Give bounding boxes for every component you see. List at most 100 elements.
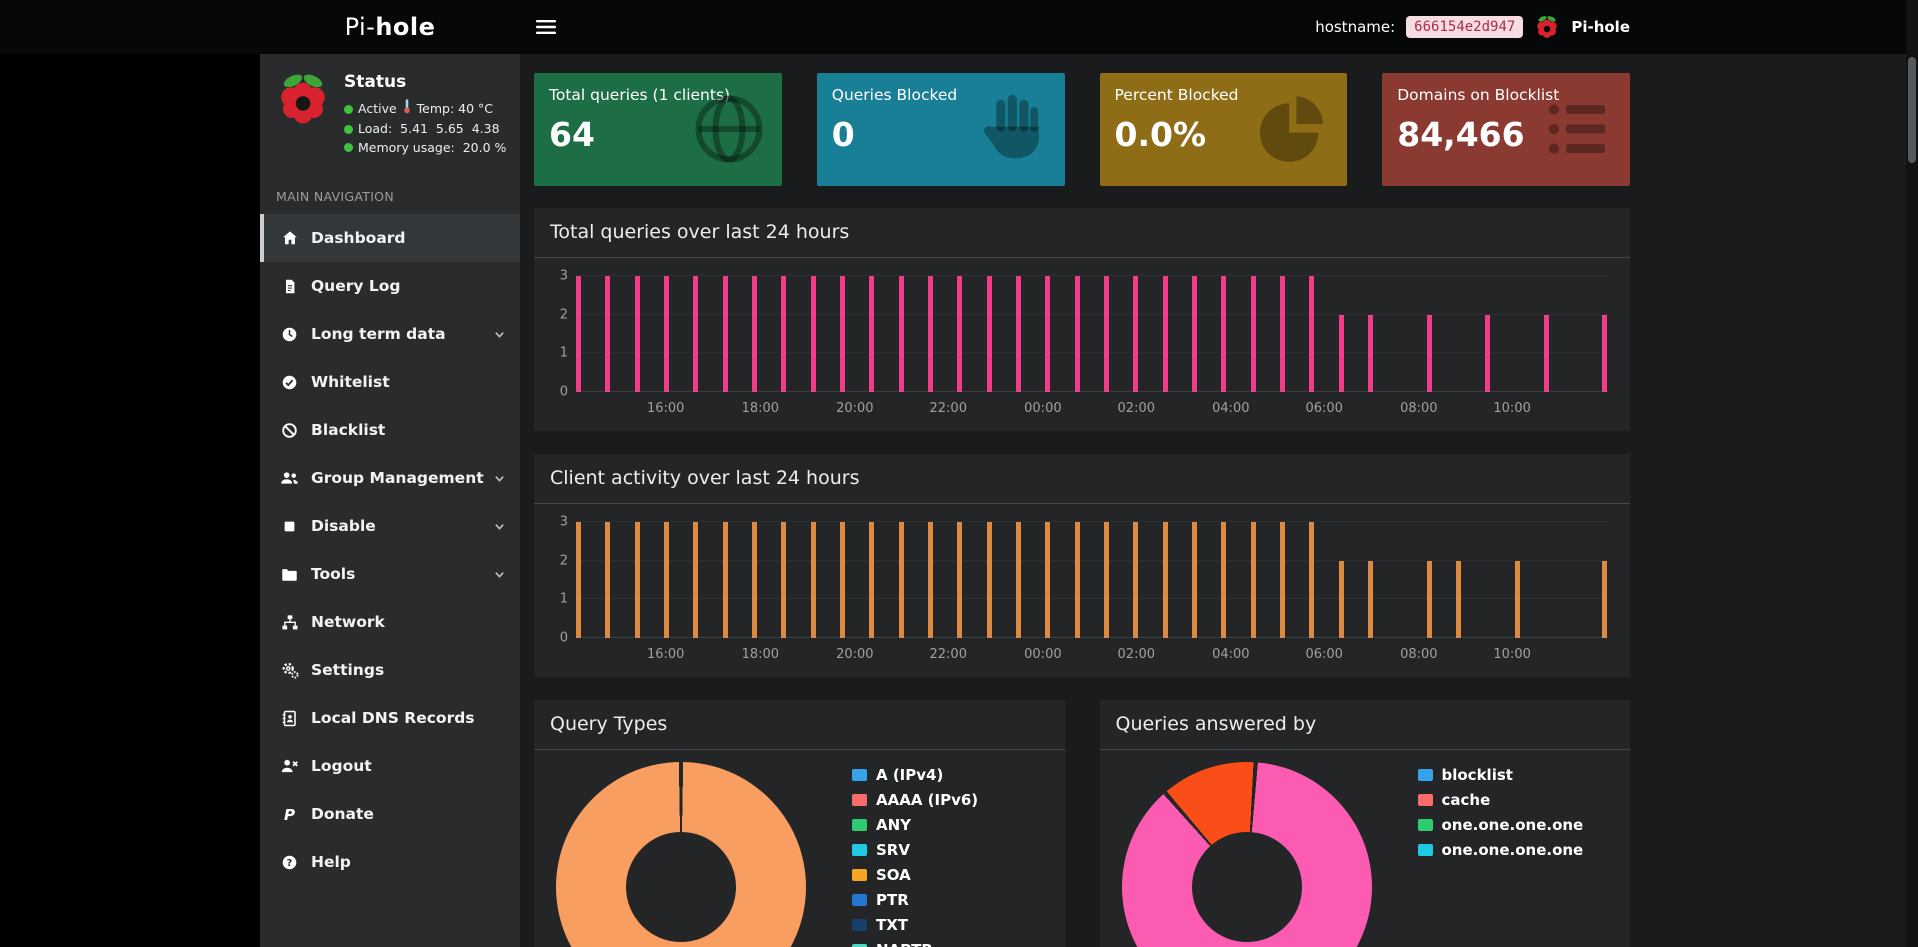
sidebar-item-help[interactable]: ?Help	[260, 838, 520, 886]
bar[interactable]	[664, 276, 669, 392]
bar[interactable]	[752, 522, 757, 638]
bar[interactable]	[576, 522, 581, 638]
bar[interactable]	[664, 522, 669, 638]
bar[interactable]	[928, 276, 933, 392]
legend-item-one-one-one-one[interactable]: one.one.one.one	[1418, 841, 1584, 859]
bar[interactable]	[576, 276, 581, 392]
bar[interactable]	[1280, 276, 1285, 392]
bar[interactable]	[957, 522, 962, 638]
legend-item-any[interactable]: ANY	[852, 816, 978, 834]
legend-item-a-ipv4[interactable]: A (IPv4)	[852, 766, 978, 784]
legend-item-soa[interactable]: SOA	[852, 866, 978, 884]
sidebar-item-donate[interactable]: PDonate	[260, 790, 520, 838]
scrollbar-track[interactable]	[1906, 0, 1918, 947]
bar[interactable]	[840, 276, 845, 392]
bar[interactable]	[1251, 276, 1256, 392]
bar[interactable]	[1368, 315, 1373, 392]
bar[interactable]	[928, 522, 933, 638]
bar[interactable]	[1339, 561, 1344, 638]
bar[interactable]	[781, 276, 786, 392]
bar[interactable]	[811, 276, 816, 392]
bar[interactable]	[869, 522, 874, 638]
bar[interactable]	[1544, 315, 1549, 392]
sidebar-item-tools[interactable]: Tools	[260, 550, 520, 598]
bar[interactable]	[1251, 522, 1256, 638]
bar[interactable]	[1075, 276, 1080, 392]
sidebar-item-blacklist[interactable]: Blacklist	[260, 406, 520, 454]
bar[interactable]	[1280, 522, 1285, 638]
bar[interactable]	[1427, 561, 1432, 638]
bar[interactable]	[752, 276, 757, 392]
bar[interactable]	[693, 522, 698, 638]
bar[interactable]	[1427, 315, 1432, 392]
total-queries-chart[interactable]: 012316:0018:0020:0022:0000:0002:0004:000…	[550, 272, 1608, 422]
bar[interactable]	[1045, 522, 1050, 638]
bar[interactable]	[1221, 522, 1226, 638]
bar[interactable]	[1602, 315, 1607, 392]
bar[interactable]	[869, 276, 874, 392]
bar[interactable]	[781, 522, 786, 638]
bar[interactable]	[957, 276, 962, 392]
bar[interactable]	[1192, 276, 1197, 392]
legend-item-ptr[interactable]: PTR	[852, 891, 978, 909]
bar[interactable]	[635, 522, 640, 638]
sidebar-item-local-dns-records[interactable]: Local DNS Records	[260, 694, 520, 742]
y-tick-label: 3	[560, 515, 568, 530]
sidebar-item-disable[interactable]: Disable	[260, 502, 520, 550]
bar[interactable]	[1163, 276, 1168, 392]
bar[interactable]	[1515, 561, 1520, 638]
bar[interactable]	[899, 276, 904, 392]
legend-item-naptr[interactable]: NAPTR	[852, 941, 978, 947]
bar[interactable]	[1192, 522, 1197, 638]
bar[interactable]	[605, 276, 610, 392]
legend-item-one-one-one-one[interactable]: one.one.one.one	[1418, 816, 1584, 834]
bar[interactable]	[840, 522, 845, 638]
hamburger-icon[interactable]	[536, 19, 556, 39]
bar[interactable]	[635, 276, 640, 392]
bar[interactable]	[723, 276, 728, 392]
sidebar-item-network[interactable]: Network	[260, 598, 520, 646]
bar[interactable]	[1016, 276, 1021, 392]
sidebar-item-group-management[interactable]: Group Management	[260, 454, 520, 502]
sidebar-item-dashboard[interactable]: Dashboard	[260, 214, 520, 262]
sidebar-item-logout[interactable]: Logout	[260, 742, 520, 790]
bar[interactable]	[811, 522, 816, 638]
legend-item-cache[interactable]: cache	[1418, 791, 1584, 809]
bar[interactable]	[1339, 315, 1344, 392]
bar[interactable]	[1133, 522, 1138, 638]
bar[interactable]	[1104, 522, 1109, 638]
bar[interactable]	[1485, 315, 1490, 392]
legend-item-aaaa-ipv6[interactable]: AAAA (IPv6)	[852, 791, 978, 809]
sidebar-item-settings[interactable]: Settings	[260, 646, 520, 694]
bar[interactable]	[605, 522, 610, 638]
bar[interactable]	[1221, 276, 1226, 392]
bar[interactable]	[987, 522, 992, 638]
sidebar-item-query-log[interactable]: Query Log	[260, 262, 520, 310]
bar[interactable]	[1045, 276, 1050, 392]
y-tick-label: 3	[560, 269, 568, 284]
bar[interactable]	[1163, 522, 1168, 638]
legend-item-blocklist[interactable]: blocklist	[1418, 766, 1584, 784]
bar[interactable]	[693, 276, 698, 392]
bar[interactable]	[1456, 561, 1461, 638]
sidebar-item-long-term-data[interactable]: Long term data	[260, 310, 520, 358]
bar[interactable]	[1104, 276, 1109, 392]
bar[interactable]	[899, 522, 904, 638]
scrollbar-thumb[interactable]	[1908, 57, 1916, 163]
chevron-down-icon	[493, 472, 506, 485]
bar[interactable]	[1075, 522, 1080, 638]
client-activity-chart[interactable]: 012316:0018:0020:0022:0000:0002:0004:000…	[550, 518, 1608, 668]
bar[interactable]	[1368, 561, 1373, 638]
legend-item-srv[interactable]: SRV	[852, 841, 978, 859]
bar[interactable]	[1133, 276, 1138, 392]
bar[interactable]	[723, 522, 728, 638]
sidebar-item-whitelist[interactable]: Whitelist	[260, 358, 520, 406]
query-types-donut[interactable]	[556, 762, 806, 947]
bar[interactable]	[1309, 522, 1314, 638]
queries-answered-by-donut[interactable]	[1122, 762, 1372, 947]
bar[interactable]	[1016, 522, 1021, 638]
bar[interactable]	[1602, 561, 1607, 638]
bar[interactable]	[987, 276, 992, 392]
bar[interactable]	[1309, 276, 1314, 392]
legend-item-txt[interactable]: TXT	[852, 916, 978, 934]
